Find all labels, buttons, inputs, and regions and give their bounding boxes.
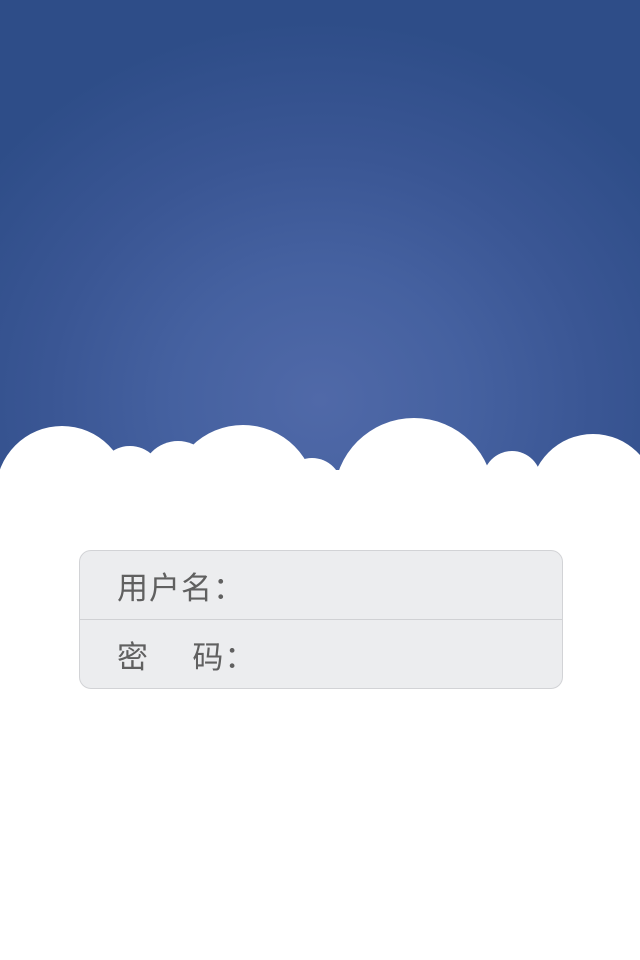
password-label: 密 码： — [117, 640, 257, 676]
username-row: 用户名： — [80, 551, 562, 620]
login-screen: 用户名： 密 码： — [0, 0, 640, 960]
password-row: 密 码： — [80, 620, 562, 688]
username-input[interactable] — [245, 563, 546, 609]
password-input[interactable] — [245, 632, 546, 678]
cloud-decoration — [0, 418, 640, 520]
username-label: 用户名： — [117, 570, 245, 607]
login-form: 用户名： 密 码： — [79, 550, 563, 689]
